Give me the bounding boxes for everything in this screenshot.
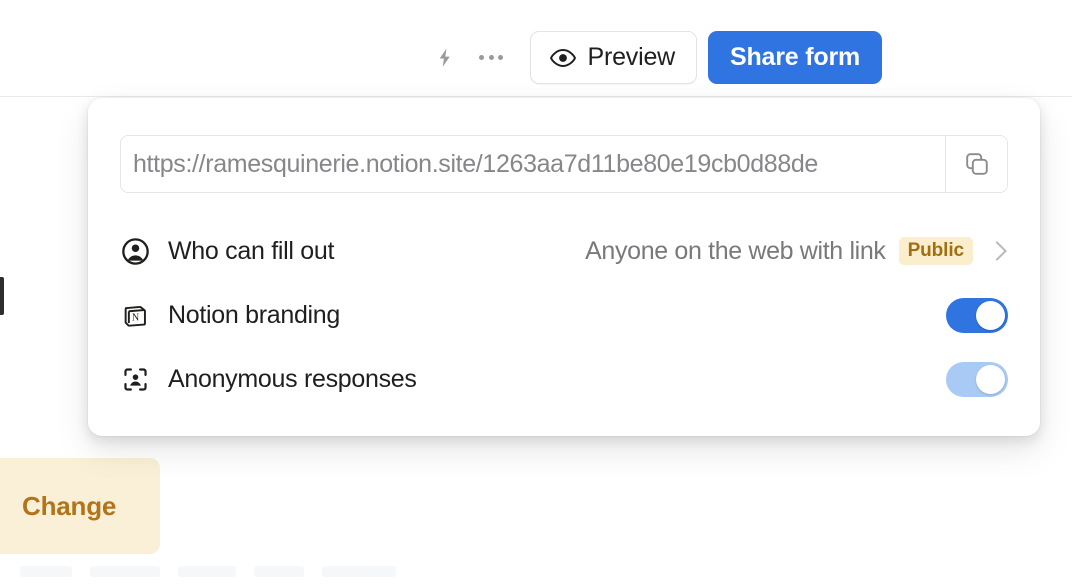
- copy-link-button[interactable]: [945, 136, 1007, 192]
- background-content-placeholder: [20, 566, 460, 582]
- copy-icon: [964, 151, 990, 177]
- more-horizontal-icon: [479, 55, 503, 60]
- change-label: Change: [22, 491, 116, 522]
- header-actions-group: Preview Share form: [422, 31, 882, 84]
- notion-logo-icon: N: [118, 302, 152, 329]
- who-can-fill-out-value: Anyone on the web with link: [585, 237, 885, 266]
- notion-branding-toggle[interactable]: [946, 298, 1008, 333]
- more-options-button[interactable]: [468, 35, 514, 81]
- notion-branding-control: [946, 298, 1014, 333]
- who-can-fill-out-value-group: Anyone on the web with link Public: [585, 237, 1014, 266]
- svg-text:N: N: [131, 312, 139, 323]
- lightning-bolt-icon: [434, 46, 456, 70]
- setting-label-who-can-fill-out: Who can fill out: [168, 237, 334, 266]
- anonymous-responses-control: [946, 362, 1014, 397]
- person-circle-icon: [118, 238, 152, 265]
- setting-label-anonymous-responses: Anonymous responses: [168, 365, 417, 394]
- setting-row-notion-branding[interactable]: N Notion branding: [114, 291, 1014, 339]
- setting-row-who-can-fill-out[interactable]: Who can fill out Anyone on the web with …: [114, 227, 1014, 275]
- setting-row-anonymous-responses[interactable]: Anonymous responses: [114, 355, 1014, 403]
- preview-button-label: Preview: [587, 43, 675, 72]
- share-form-popover: Who can fill out Anyone on the web with …: [88, 98, 1040, 436]
- share-link-input[interactable]: [121, 136, 945, 192]
- public-status-badge: Public: [899, 237, 973, 265]
- eye-icon: [550, 49, 576, 67]
- change-callout-card[interactable]: Change: [0, 458, 160, 554]
- top-header-bar: Preview Share form: [0, 0, 1072, 97]
- preview-button[interactable]: Preview: [530, 31, 697, 84]
- face-scan-icon: [118, 366, 152, 393]
- share-link-row: [120, 135, 1008, 193]
- lightning-bolt-button[interactable]: [422, 35, 468, 81]
- left-edge-block-handle: [0, 277, 4, 315]
- chevron-right-icon[interactable]: [987, 241, 1007, 261]
- anonymous-responses-toggle[interactable]: [946, 362, 1008, 397]
- share-form-button[interactable]: Share form: [708, 31, 882, 84]
- setting-label-notion-branding: Notion branding: [168, 301, 340, 330]
